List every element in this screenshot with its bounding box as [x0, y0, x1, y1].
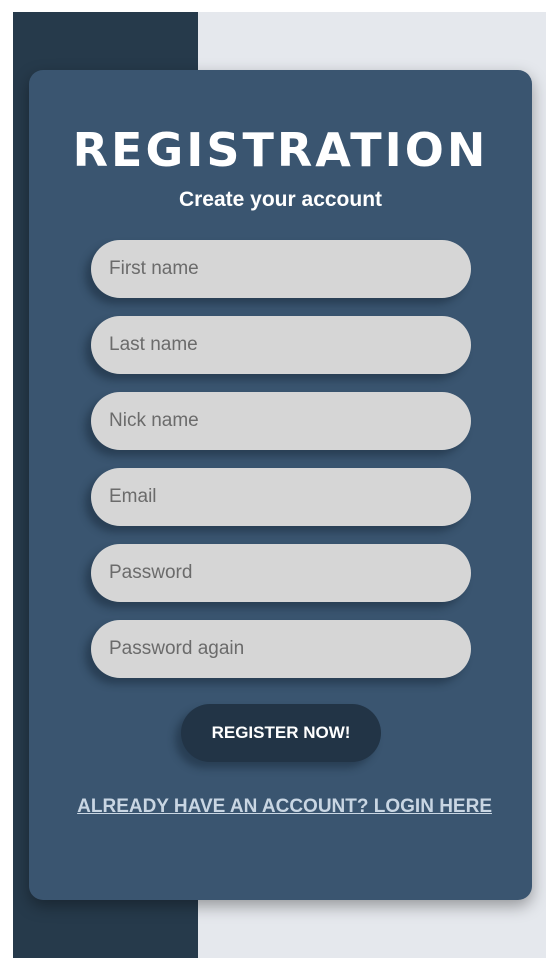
nick-name-input[interactable] [91, 392, 471, 450]
page-background: REGISTRATION Create your account REGISTE… [13, 12, 546, 958]
first-name-input[interactable] [91, 240, 471, 298]
login-link[interactable]: ALREADY HAVE AN ACCOUNT? LOGIN HERE [69, 792, 492, 822]
form-subtitle: Create your account [178, 188, 383, 211]
registration-card: REGISTRATION Create your account REGISTE… [29, 70, 532, 900]
register-now-button[interactable]: REGISTER NOW! [181, 704, 381, 762]
form-title: REGISTRATION [72, 123, 489, 177]
password-again-input[interactable] [91, 620, 471, 678]
email-input[interactable] [91, 468, 471, 526]
password-input[interactable] [91, 544, 471, 602]
last-name-input[interactable] [91, 316, 471, 374]
